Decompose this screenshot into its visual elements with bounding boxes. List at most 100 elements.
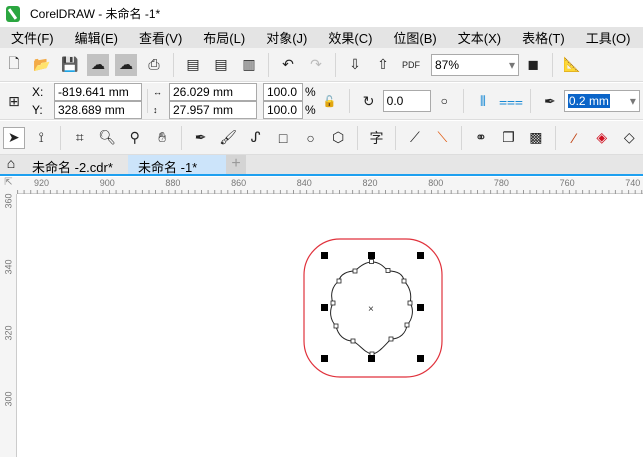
document-tabs: ⌂ 未命名 -2.cdr* 未命名 -1* + [0,155,643,176]
dimension-tool-icon[interactable]: ⟋ [404,127,425,149]
toolbox: ➤ ⟟ ⌗ 🔍︎ ⚲ ✋︎ ✒ 🖌︎ ᔑ □ ○ ⬡ 字 ⟋ ⟍ ⚭ ❐ ▩ ⁄… [0,121,643,155]
mirror-vertical-icon[interactable]: ⩶ [499,90,523,112]
reference-point-icon[interactable]: ⊞ [3,90,25,112]
import-icon[interactable]: ⇩ [344,54,366,76]
menu-view[interactable]: 查看(V) [139,28,182,47]
pick-tool-icon[interactable]: ➤ [3,126,25,149]
home-icon[interactable]: ⌂ [0,155,22,174]
fill-tool-icon[interactable]: ◈ [591,127,612,149]
open-icon[interactable]: 📂 [31,54,53,76]
import-cloud-icon[interactable]: ☁ [87,53,109,76]
height-icon: ↕ [153,105,158,115]
ruler-label: 860 [231,178,247,188]
outline-width-select[interactable]: 0.2 mm ▾ [563,90,640,112]
save-icon[interactable]: 💾 [59,54,81,76]
divider [529,89,531,113]
tab-document-2[interactable]: 未命名 -2.cdr* [22,155,128,175]
y-position-input[interactable] [54,101,142,119]
divider [268,52,269,77]
rulers-icon[interactable]: 📐 [561,54,583,76]
ruler-label: 740 [625,178,641,188]
coreldraw-logo-icon [6,5,20,22]
blend-tool-icon[interactable]: ⚭ [470,127,491,149]
export-cloud-icon[interactable]: ☁ [115,53,137,76]
title-bar: CorelDRAW - 未命名 -1* [0,0,643,27]
polygon-tool-icon[interactable]: ⬡ [327,127,348,149]
ruler-label: 360 [3,193,14,209]
zoom-level-value: 87% [435,57,460,72]
property-bar: ⊞ X: Y: ↔% ↕% 🔓 ↻ ○ ⫴ ⩶ ✒ 0.2 mm ▾ [0,83,643,120]
chevron-down-icon[interactable]: ▾ [509,56,515,74]
drawing-canvas[interactable]: × [18,195,643,457]
percent-label: % [305,103,316,117]
rotation-angle-input[interactable] [382,90,431,112]
divider [60,125,61,150]
brush-tool-icon[interactable]: 🖌︎ [217,127,238,149]
crop-tool-icon[interactable]: ⌗ [69,127,90,149]
degree-icon: ○ [440,94,448,108]
percent-label: % [305,85,316,99]
vertical-ruler[interactable]: 360 340 320 300 [0,193,17,457]
height-input[interactable] [169,101,257,119]
ruler-label: 800 [428,178,444,188]
drop-shadow-tool-icon[interactable]: ❐ [498,127,519,149]
ellipse-tool-icon[interactable]: ○ [300,127,321,149]
copy-icon[interactable]: ▤ [210,54,232,76]
zoom-out-tool-icon[interactable]: ⚲ [124,127,145,149]
menu-table[interactable]: 表格(T) [522,28,565,47]
menu-object[interactable]: 对象(J) [266,28,307,47]
scale-height-input[interactable] [263,101,303,119]
divider [395,125,397,150]
pdf-icon[interactable]: PDF [400,54,422,76]
pen-tool-icon[interactable]: ✒ [190,127,211,149]
paste-icon[interactable]: ▥ [238,54,260,76]
add-tab-icon[interactable]: + [226,155,246,174]
curve-tool-icon[interactable]: ᔑ [245,127,266,149]
print-icon[interactable]: ⎙ [143,54,165,76]
lock-ratio-icon[interactable]: 🔓 [319,90,341,112]
menu-layout[interactable]: 布局(L) [203,28,245,47]
menu-file[interactable]: 文件(F) [11,28,54,47]
connector-tool-icon[interactable]: ⟍ [432,127,453,149]
tab-document-1[interactable]: 未命名 -1* [128,155,226,175]
export-icon[interactable]: ⇧ [372,54,394,76]
cut-icon[interactable]: ▤ [182,54,204,76]
ruler-label: 760 [559,178,575,188]
menu-effects[interactable]: 效果(C) [328,28,372,47]
window-title: CorelDRAW - 未命名 -1* [30,7,161,21]
mirror-horizontal-icon[interactable]: ⫴ [472,90,494,112]
width-icon: ↔ [153,87,162,97]
redo-icon[interactable]: ↷ [305,54,327,76]
menu-bitmap[interactable]: 位图(B) [393,28,436,47]
menu-text[interactable]: 文本(X) [458,28,501,47]
new-document-icon[interactable]: 🗋 [3,54,25,76]
zoom-tool-icon[interactable]: 🔍︎ [96,127,117,149]
scale-width-input[interactable] [263,83,303,101]
text-tool-icon[interactable]: 字 [366,127,387,149]
zoom-level-select[interactable]: 87% ▾ [431,53,519,76]
center-marker-icon: × [368,304,374,315]
outline-tool-icon[interactable]: ◇ [619,127,640,149]
ruler-label: 900 [99,178,115,188]
transparency-tool-icon[interactable]: ▩ [525,127,546,149]
full-screen-icon[interactable]: ◼ [522,54,544,76]
chevron-down-icon[interactable]: ▾ [630,92,636,110]
divider [335,52,336,77]
divider [173,52,174,77]
ruler-label: 920 [34,178,50,188]
x-position-input[interactable] [54,83,142,101]
horizontal-ruler[interactable]: 920 900 880 860 840 820 800 780 760 740 [17,177,643,194]
rotate-icon: ↻ [362,92,375,109]
eyedropper-tool-icon[interactable]: ⁄ [564,127,585,149]
shape-tool-icon[interactable]: ⟟ [31,127,52,149]
menu-edit[interactable]: 编辑(E) [75,28,118,47]
width-input[interactable] [169,83,257,101]
undo-icon[interactable]: ↶ [277,54,299,76]
ruler-origin-icon[interactable]: ⇱ [0,177,17,194]
divider [462,89,464,113]
pan-tool-icon[interactable]: ✋︎ [151,127,172,149]
menu-tools[interactable]: 工具(O) [586,28,631,47]
rectangle-tool-icon[interactable]: □ [272,127,293,149]
ruler-label: 780 [493,178,509,188]
y-label: Y: [32,103,43,117]
